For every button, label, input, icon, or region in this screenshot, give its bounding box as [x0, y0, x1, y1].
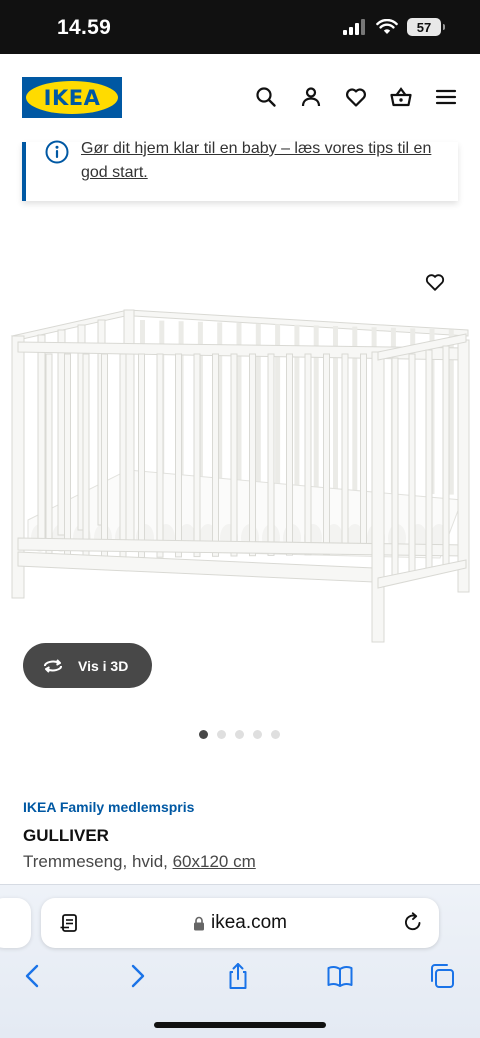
header-actions — [254, 85, 458, 109]
product-description-text: Tremmeseng, hvid, — [23, 852, 173, 871]
browser-nav-row — [0, 962, 480, 992]
url-text: ikea.com — [210, 912, 288, 933]
browser-toolbar: ikea.com — [0, 884, 480, 1038]
back-icon[interactable] — [19, 962, 47, 990]
address-bar[interactable]: ikea.com — [41, 898, 439, 948]
wifi-icon — [376, 19, 398, 34]
ikea-logo[interactable]: IKEA — [22, 77, 122, 118]
bookmarks-icon[interactable] — [326, 962, 354, 990]
logo-text: IKEA — [43, 85, 101, 110]
view-in-3d-button[interactable]: Vis i 3D — [23, 643, 152, 688]
forward-icon[interactable] — [123, 962, 151, 990]
image-carousel-dots — [199, 730, 280, 739]
lock-icon — [193, 916, 204, 930]
crib-illustration — [10, 309, 470, 643]
carousel-dot[interactable] — [235, 730, 244, 739]
info-icon — [45, 140, 69, 164]
status-icons: 57 — [343, 18, 445, 36]
previous-tab-preview[interactable] — [0, 898, 31, 948]
add-to-favorites-icon[interactable] — [424, 271, 446, 293]
status-time: 14.59 — [57, 16, 112, 39]
menu-icon[interactable] — [434, 85, 458, 109]
carousel-dot[interactable] — [253, 730, 262, 739]
product-name: GULLIVER — [23, 826, 109, 845]
cellular-signal-icon — [343, 19, 365, 35]
basket-icon[interactable] — [389, 85, 413, 109]
carousel-dot[interactable] — [199, 730, 208, 739]
battery-level: 57 — [416, 19, 432, 35]
product-description: Tremmeseng, hvid, 60x120 cm — [23, 852, 256, 872]
reload-icon[interactable] — [402, 911, 424, 933]
user-icon[interactable] — [299, 85, 323, 109]
view-in-3d-label: Vis i 3D — [78, 657, 129, 674]
tabs-icon[interactable] — [428, 962, 456, 990]
heart-icon[interactable] — [344, 85, 368, 109]
rotate-3d-icon — [44, 658, 62, 673]
search-icon[interactable] — [254, 85, 278, 109]
carousel-dot[interactable] — [271, 730, 280, 739]
status-bar: 14.59 57 — [0, 0, 480, 54]
home-indicator — [154, 1022, 326, 1028]
banner-link[interactable]: Gør dit hjem klar til en baby – læs vore… — [81, 137, 461, 185]
family-price-label: IKEA Family medlemspris — [23, 799, 195, 815]
carousel-dot[interactable] — [217, 730, 226, 739]
share-icon[interactable] — [224, 962, 252, 990]
product-image[interactable] — [0, 240, 480, 660]
site-header: IKEA — [0, 54, 480, 142]
battery-indicator: 57 — [407, 18, 445, 36]
product-size-link[interactable]: 60x120 cm — [173, 852, 256, 871]
url-display[interactable]: ikea.com — [41, 912, 439, 934]
logo-oval: IKEA — [26, 81, 118, 114]
info-banner: Gør dit hjem klar til en baby – læs vore… — [22, 140, 458, 201]
